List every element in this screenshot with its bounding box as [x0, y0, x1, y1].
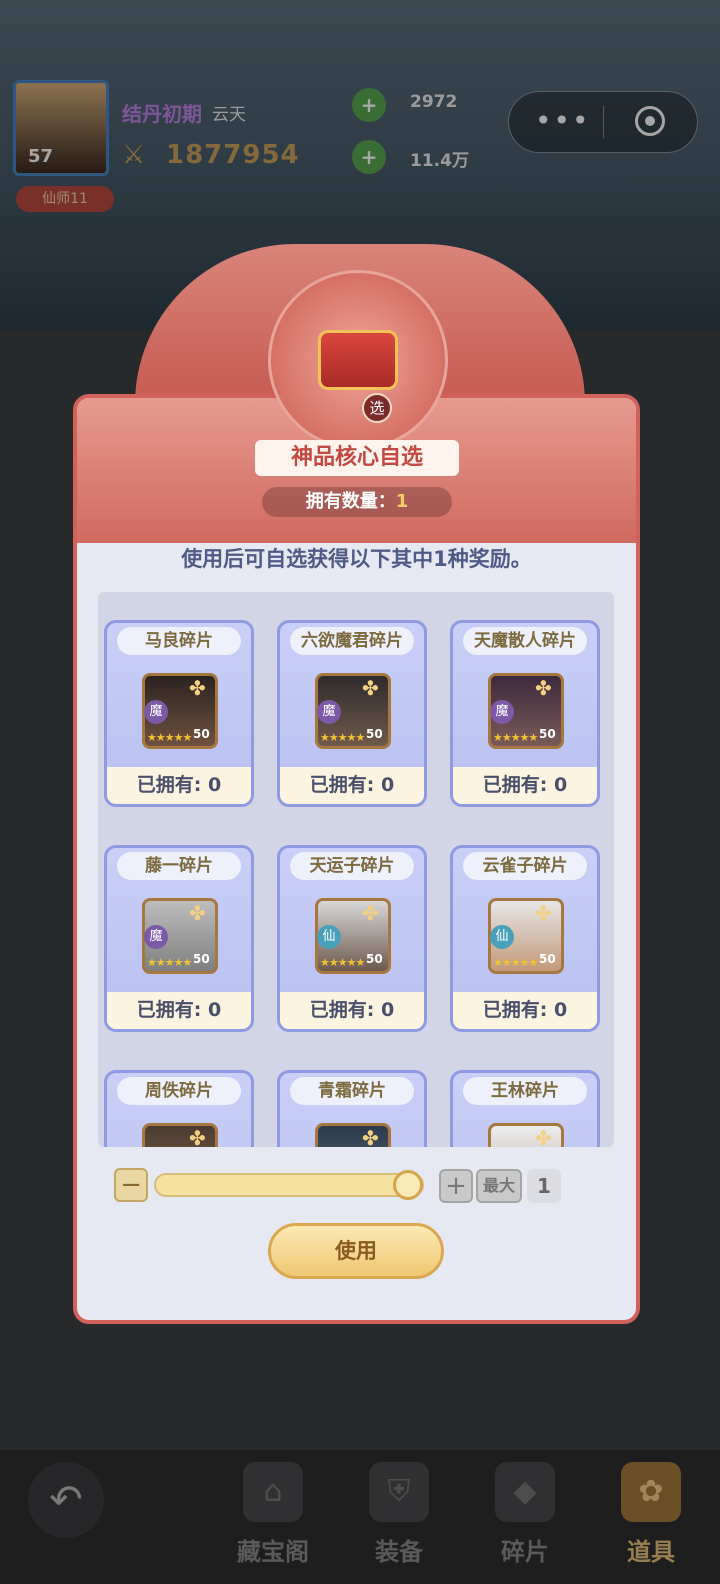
reward-card[interactable]: 周佚碎片 ✤ [104, 1070, 254, 1147]
owned-quantity: 拥有数量：1 [262, 487, 452, 517]
use-button[interactable]: 使用 [268, 1223, 444, 1279]
reward-name: 周佚碎片 [117, 1077, 241, 1105]
fragment-icon: ✤ [362, 1126, 379, 1147]
fragment-qty: 50 [366, 952, 383, 966]
fragment-qty: 50 [193, 727, 210, 741]
fragment-icon: ✤ [362, 901, 379, 925]
reward-name: 天运子碎片 [290, 852, 414, 880]
star-rating: ★★★★★ [493, 731, 538, 744]
fragment-qty: 50 [539, 952, 556, 966]
reward-name: 天魔散人碎片 [463, 627, 587, 655]
reward-card[interactable]: 王林碎片 ✤ [450, 1070, 600, 1147]
slider-handle[interactable] [393, 1170, 423, 1200]
star-rating: ★★★★★ [147, 731, 192, 744]
decrease-button[interactable]: − [114, 1168, 148, 1202]
star-rating: ★★★★★ [493, 956, 538, 969]
faction-badge: 魔 [144, 700, 168, 724]
owned-count: 已拥有: 0 [107, 767, 251, 804]
quantity-value: 1 [527, 1169, 561, 1203]
treasure-chest-icon [318, 330, 398, 390]
owned-count: 已拥有: 0 [280, 767, 424, 804]
fragment-icon: ✤ [189, 901, 206, 925]
star-rating: ★★★★★ [147, 956, 192, 969]
reward-name: 马良碎片 [117, 627, 241, 655]
owned-count: 1 [395, 491, 409, 512]
owned-count: 已拥有: 0 [453, 767, 597, 804]
quantity-slider[interactable] [154, 1173, 424, 1197]
faction-badge: 魔 [490, 700, 514, 724]
reward-name: 六欲魔君碎片 [290, 627, 414, 655]
reward-name: 云雀子碎片 [463, 852, 587, 880]
fragment-qty: 50 [539, 727, 556, 741]
owned-count: 已拥有: 0 [453, 992, 597, 1029]
fragment-icon: ✤ [535, 901, 552, 925]
owned-count: 已拥有: 0 [107, 992, 251, 1029]
star-rating: ★★★★★ [320, 731, 365, 744]
reward-grid[interactable]: 马良碎片 ✤ 魔 ★★★★★ 50 已拥有: 0 六欲魔君碎片 ✤ 魔 ★★★★… [98, 592, 614, 1147]
fragment-icon: ✤ [362, 676, 379, 700]
fragment-icon: ✤ [535, 676, 552, 700]
reward-name: 青霜碎片 [290, 1077, 414, 1105]
reward-card[interactable]: 青霜碎片 ✤ [277, 1070, 427, 1147]
owned-label: 拥有数量： [305, 491, 396, 512]
choose-badge: 选 [362, 393, 392, 423]
reward-card[interactable]: 马良碎片 ✤ 魔 ★★★★★ 50 已拥有: 0 [104, 620, 254, 807]
reward-name: 王林碎片 [463, 1077, 587, 1105]
reward-card[interactable]: 天运子碎片 ✤ 仙 ★★★★★ 50 已拥有: 0 [277, 845, 427, 1032]
fragment-qty: 50 [366, 727, 383, 741]
faction-badge: 仙 [317, 925, 341, 949]
fragment-icon: ✤ [189, 1126, 206, 1147]
reward-card[interactable]: 六欲魔君碎片 ✤ 魔 ★★★★★ 50 已拥有: 0 [277, 620, 427, 807]
dialog-title: 神品核心自选 [255, 440, 459, 476]
dialog-description: 使用后可自选获得以下其中1种奖励。 [181, 547, 532, 571]
faction-badge: 仙 [490, 925, 514, 949]
fragment-icon: ✤ [535, 1126, 552, 1147]
faction-badge: 魔 [317, 700, 341, 724]
fragment-icon: ✤ [189, 676, 206, 700]
max-button[interactable]: 最大 [476, 1169, 522, 1203]
reward-name: 藤一碎片 [117, 852, 241, 880]
reward-card[interactable]: 天魔散人碎片 ✤ 魔 ★★★★★ 50 已拥有: 0 [450, 620, 600, 807]
faction-badge: 魔 [144, 925, 168, 949]
reward-card[interactable]: 藤一碎片 ✤ 魔 ★★★★★ 50 已拥有: 0 [104, 845, 254, 1032]
star-rating: ★★★★★ [320, 956, 365, 969]
reward-card[interactable]: 云雀子碎片 ✤ 仙 ★★★★★ 50 已拥有: 0 [450, 845, 600, 1032]
owned-count: 已拥有: 0 [280, 992, 424, 1029]
increase-button[interactable]: + [439, 1169, 473, 1203]
fragment-qty: 50 [193, 952, 210, 966]
